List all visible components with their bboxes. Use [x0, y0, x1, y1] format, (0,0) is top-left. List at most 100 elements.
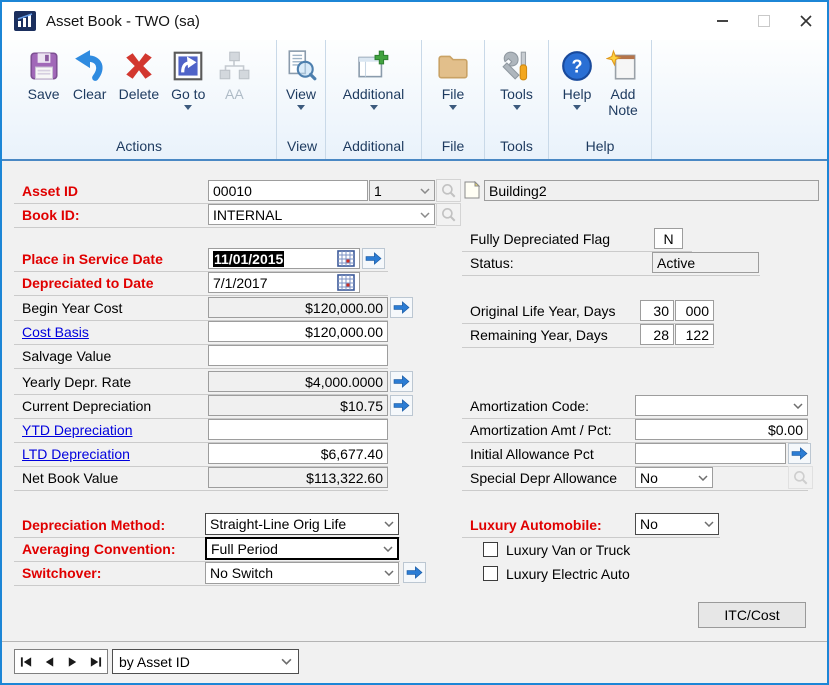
asset-id-lookup-button[interactable]	[436, 179, 461, 202]
begin-year-cost-expand-button[interactable]	[390, 297, 413, 318]
ltd-depreciation-field[interactable]: $6,677.40	[208, 443, 388, 464]
averaging-convention-dropdown[interactable]: Full Period	[205, 537, 399, 560]
special-depr-lookup-button[interactable]	[788, 466, 813, 489]
ltd-depreciation-link[interactable]: LTD Depreciation	[22, 446, 130, 462]
maximize-icon	[758, 15, 770, 27]
luxury-electric-checkbox[interactable]	[483, 566, 498, 581]
asset-id-suffix-chevron-icon	[420, 188, 430, 194]
save-button[interactable]: Save	[22, 47, 66, 104]
group-label-tools: Tools	[485, 137, 548, 159]
cost-basis-link[interactable]: Cost Basis	[22, 324, 89, 340]
clear-label: Clear	[73, 86, 106, 102]
tools-icon	[500, 49, 534, 83]
expand-arrow-icon	[406, 566, 423, 579]
luxury-automobile-label: Luxury Automobile:	[470, 517, 602, 533]
luxury-automobile-dropdown[interactable]: No	[635, 513, 719, 535]
last-record-icon	[89, 657, 102, 667]
yearly-depr-rate-expand-button[interactable]	[390, 371, 413, 392]
switchover-dropdown[interactable]: No Switch	[205, 562, 399, 584]
additional-button[interactable]: Additional	[338, 47, 410, 116]
original-life-label: Original Life Year, Days	[470, 303, 616, 319]
goto-button[interactable]: Go to	[166, 47, 210, 116]
nav-previous-button[interactable]	[38, 650, 61, 673]
aa-button[interactable]: AA	[212, 47, 256, 104]
remaining-life-years-field[interactable]: 28	[640, 324, 674, 345]
minimize-icon	[717, 20, 728, 22]
ytd-depreciation-field[interactable]	[208, 419, 388, 440]
original-life-days-field[interactable]: 000	[675, 300, 714, 321]
amortization-code-chevron-icon	[793, 403, 803, 409]
switchover-expand-button[interactable]	[403, 562, 426, 583]
svg-text:?: ?	[571, 56, 582, 76]
initial-allowance-field[interactable]	[635, 443, 786, 464]
delete-button[interactable]: Delete	[114, 47, 164, 104]
view-icon	[284, 49, 318, 83]
current-depreciation-field: $10.75	[208, 395, 388, 416]
ytd-depreciation-link[interactable]: YTD Depreciation	[22, 422, 133, 438]
special-depr-dropdown[interactable]: No	[635, 467, 713, 488]
minimize-button[interactable]	[701, 2, 743, 40]
itc-cost-button[interactable]: ITC/Cost	[698, 602, 806, 628]
goto-dropdown-caret-icon	[184, 105, 192, 114]
amortization-amt-field[interactable]: $0.00	[635, 419, 808, 440]
window-title: Asset Book - TWO (sa)	[46, 13, 200, 30]
nav-last-button[interactable]	[84, 650, 107, 673]
previous-record-icon	[43, 657, 56, 667]
status-bar: by Asset ID	[2, 641, 827, 683]
close-icon	[799, 14, 813, 28]
current-depreciation-expand-button[interactable]	[390, 395, 413, 416]
status-label: Status:	[470, 255, 514, 271]
clear-undo-icon	[73, 49, 107, 83]
fully-depreciated-field[interactable]: N	[654, 228, 683, 249]
expand-arrow-icon	[393, 301, 410, 314]
cost-basis-field[interactable]: $120,000.00	[208, 321, 388, 342]
book-id-chevron-icon	[420, 212, 430, 218]
luxury-van-checkbox[interactable]	[483, 542, 498, 557]
original-life-years-field[interactable]: 30	[640, 300, 674, 321]
ribbon-spacer	[652, 40, 827, 159]
depreciation-method-dropdown[interactable]: Straight-Line Orig Life	[205, 513, 399, 535]
expand-arrow-icon	[791, 447, 808, 460]
place-in-service-expand-button[interactable]	[362, 248, 385, 269]
luxury-van-label: Luxury Van or Truck	[506, 542, 630, 558]
asset-description-field[interactable]: Building2	[484, 180, 819, 201]
book-id-lookup-button[interactable]	[436, 203, 461, 226]
special-depr-chevron-icon	[698, 475, 708, 481]
asset-id-suffix-field[interactable]: 1	[369, 180, 435, 201]
book-id-field[interactable]: INTERNAL	[208, 204, 435, 225]
maximize-button[interactable]	[743, 2, 785, 40]
add-note-icon	[606, 49, 640, 83]
nav-first-button[interactable]	[15, 650, 38, 673]
place-in-service-calendar-icon[interactable]	[337, 250, 355, 267]
salvage-value-label: Salvage Value	[22, 348, 111, 364]
close-button[interactable]	[785, 2, 827, 40]
additional-dropdown-caret-icon	[370, 105, 378, 114]
amortization-code-dropdown[interactable]	[635, 395, 808, 416]
expand-arrow-icon	[393, 375, 410, 388]
initial-allowance-expand-button[interactable]	[788, 443, 811, 464]
depreciated-to-calendar-icon[interactable]	[337, 274, 355, 291]
help-label: Help	[563, 86, 592, 102]
asset-id-field[interactable]: 00010	[208, 180, 368, 201]
net-book-value-label: Net Book Value	[22, 470, 118, 486]
depreciation-method-chevron-icon	[384, 521, 394, 527]
salvage-value-field[interactable]	[208, 345, 388, 366]
clear-button[interactable]: Clear	[68, 47, 112, 104]
add-note-button[interactable]: AddNote	[601, 47, 645, 120]
expand-arrow-icon	[393, 399, 410, 412]
lookup-icon	[792, 469, 810, 487]
note-icon[interactable]	[464, 181, 480, 199]
sort-by-dropdown[interactable]: by Asset ID	[112, 649, 299, 674]
file-button[interactable]: File	[431, 47, 475, 116]
depreciated-to-field[interactable]: 7/1/2017	[208, 272, 360, 293]
help-button[interactable]: ? Help	[555, 47, 599, 116]
nav-next-button[interactable]	[61, 650, 84, 673]
tools-button[interactable]: Tools	[495, 47, 539, 116]
view-button[interactable]: View	[279, 47, 323, 116]
place-in-service-field[interactable]: 11/01/2015	[208, 248, 360, 269]
toolbar-group-view: View View	[277, 40, 326, 159]
aa-label: AA	[225, 86, 244, 102]
remaining-life-days-field[interactable]: 122	[675, 324, 714, 345]
tools-dropdown-caret-icon	[513, 105, 521, 114]
goto-label: Go to	[171, 86, 205, 102]
